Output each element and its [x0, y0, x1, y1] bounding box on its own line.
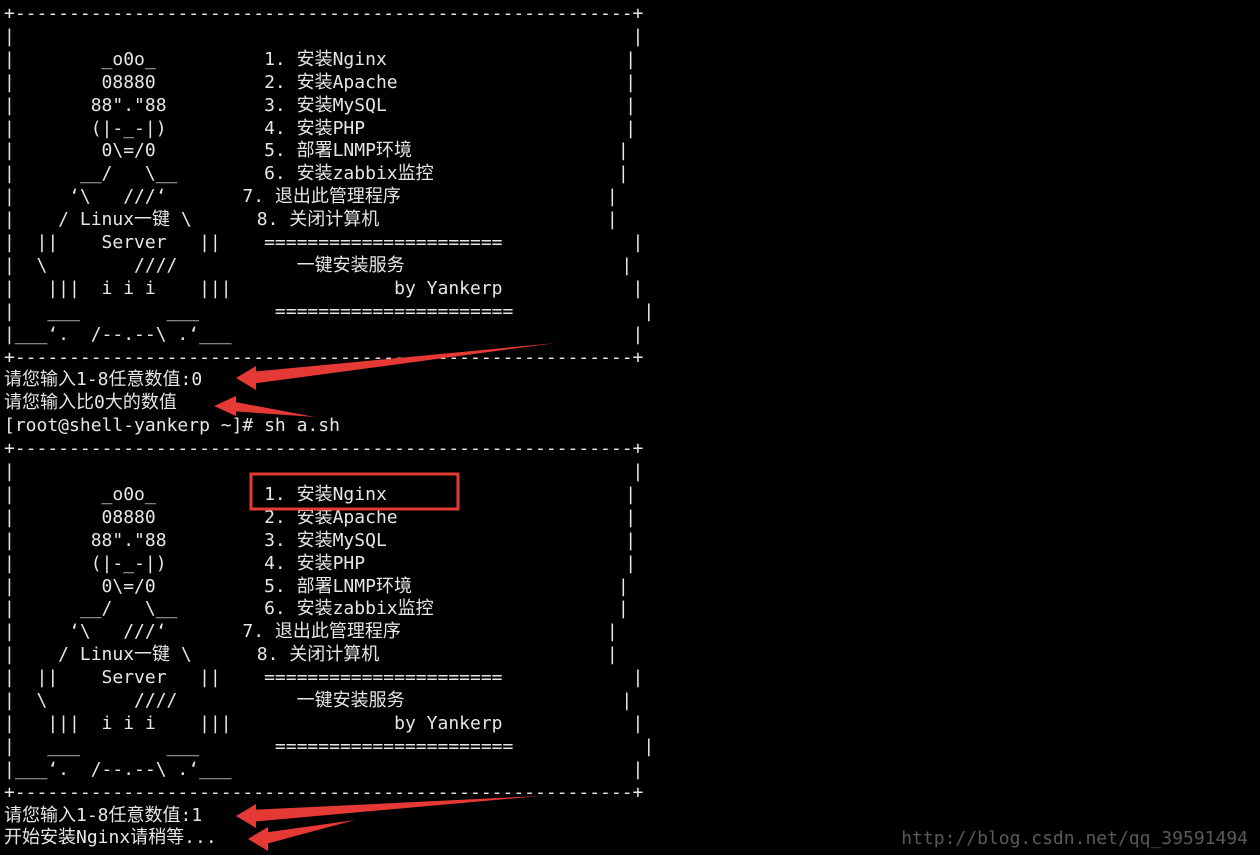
terminal-line: | 88"."88 3. 安装MySQL |	[4, 94, 637, 116]
terminal-line: | ||| i i i ||| by Yankerp |	[4, 712, 644, 734]
terminal-line: | _o0o_ 1. 安装Nginx |	[4, 48, 637, 70]
terminal-line: | ___ ___ ====================== |	[4, 735, 655, 757]
watermark: http://blog.csdn.net/qq_39591494	[901, 828, 1248, 849]
terminal-line: | |	[4, 461, 644, 482]
terminal-line: | \ //// 一键安装服务 |	[4, 254, 633, 276]
terminal-line: | (|-_-|) 4. 安装PHP |	[4, 117, 637, 139]
terminal-line: | 0\=/0 5. 部署LNMP环境 |	[4, 575, 629, 597]
terminal-line: +---------------------------------------…	[4, 346, 644, 368]
terminal-line: | / Linux一键 \ 8. 关闭计算机 |	[4, 644, 618, 666]
terminal-line: | ‘\ ///‘ 7. 退出此管理程序 |	[4, 186, 618, 208]
terminal-line: | \ //// 一键安装服务 |	[4, 690, 633, 711]
terminal-line: +---------------------------------------…	[4, 781, 644, 803]
terminal-line: | (|-_-|) 4. 安装PHP |	[4, 552, 637, 574]
terminal-line: 请您输入比0大的数值	[4, 392, 177, 414]
terminal-line: 请您输入1-8任意数值:1	[4, 804, 203, 826]
terminal-line: | _o0o_ 1. 安装Nginx |	[4, 483, 637, 505]
terminal-line: | || Server || ====================== |	[4, 232, 644, 253]
terminal-line: | || Server || ====================== |	[4, 667, 644, 689]
terminal-line: | / Linux一键 \ 8. 关闭计算机 |	[4, 209, 618, 231]
terminal-line: | ___ ___ ====================== |	[4, 300, 655, 322]
terminal-line: |___‘. /--.--\ .‘___ |	[4, 323, 644, 345]
terminal-line: | ||| i i i ||| by Yankerp |	[4, 277, 644, 299]
terminal-line: | |	[4, 25, 644, 47]
terminal-line: +---------------------------------------…	[4, 438, 644, 460]
terminal-line: | __/ \__ 6. 安装zabbix监控 |	[4, 598, 629, 620]
terminal-line: |___‘. /--.--\ .‘___ |	[4, 758, 644, 780]
annotation-arrow-4	[248, 820, 355, 851]
terminal-line: | ‘\ ///‘ 7. 退出此管理程序 |	[4, 621, 618, 643]
terminal-line: | 0\=/0 5. 部署LNMP环境 |	[4, 140, 629, 162]
terminal-line: | __/ \__ 6. 安装zabbix监控 |	[4, 163, 629, 185]
terminal-line: 请您输入1-8任意数值:0	[4, 369, 203, 391]
terminal-line: | 08880 2. 安装Apache |	[4, 71, 637, 93]
terminal-line: 开始安装Nginx请稍等...	[4, 827, 217, 849]
terminal-line: | 08880 2. 安装Apache |	[4, 506, 637, 528]
terminal-line: | 88"."88 3. 安装MySQL |	[4, 529, 637, 551]
terminal-line: +---------------------------------------…	[4, 3, 644, 24]
terminal-line: [root@shell-yankerp ~]# sh a.sh	[4, 415, 340, 437]
